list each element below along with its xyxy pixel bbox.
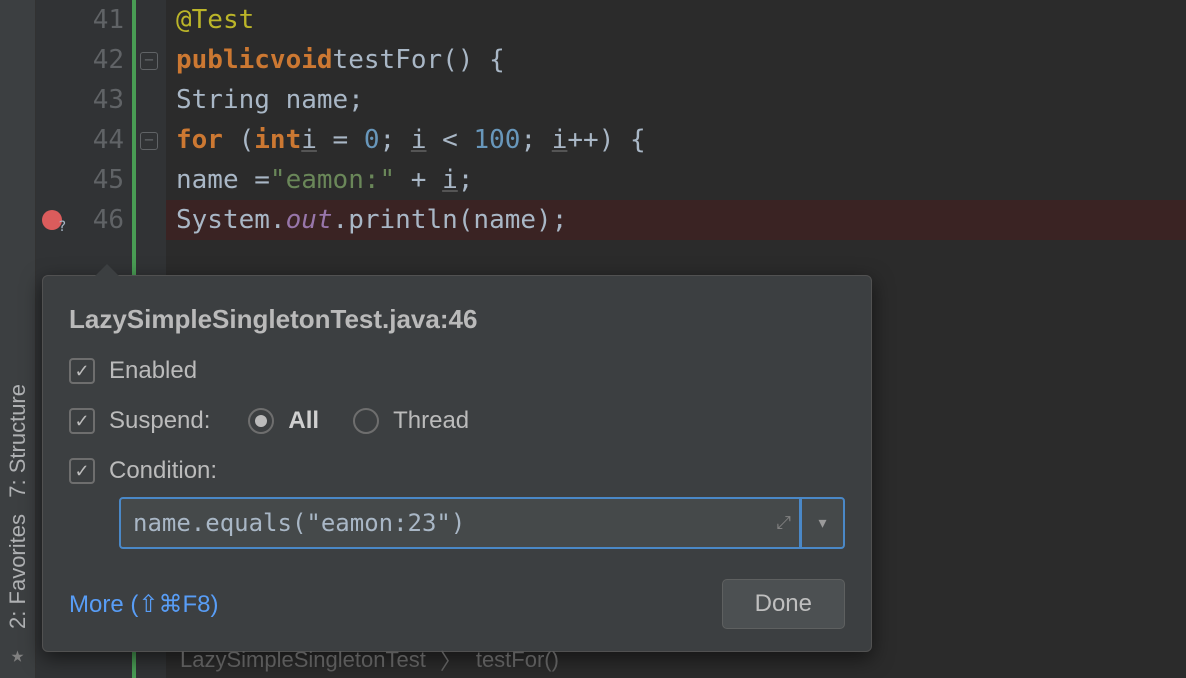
suspend-thread-radio[interactable] [353,408,379,434]
popup-title: LazySimpleSingletonTest.java:46 [69,304,845,335]
line-number: 42 [84,45,124,75]
tool-window-tabs: 7: Structure 2: Favorites ★ [0,0,36,678]
annotation: @Test [176,5,254,35]
suspend-thread-label: Thread [393,407,469,435]
condition-input[interactable] [119,497,801,549]
favorites-tab-label: 2: Favorites [5,514,31,629]
line-number: 45 [84,165,124,195]
more-link[interactable]: More (⇧⌘F8) [69,590,218,619]
expand-icon[interactable]: ⤢ [777,513,791,534]
fold-toggle-icon[interactable]: − [140,132,158,150]
breakpoint-settings-popup: LazySimpleSingletonTest.java:46 ✓ Enable… [42,275,872,652]
done-button[interactable]: Done [722,579,845,629]
breadcrumb-class[interactable]: LazySimpleSingletonTest [180,647,426,673]
line-number: 41 [84,5,124,35]
favorites-tab[interactable]: 2: Favorites [5,506,31,637]
structure-tab-label: 7: Structure [5,384,31,498]
suspend-all-radio[interactable] [248,408,274,434]
condition-history-dropdown[interactable]: ▾ [801,497,845,549]
star-icon: ★ [11,637,24,674]
breadcrumbs: LazySimpleSingletonTest 〉 testFor() [180,644,559,676]
suspend-checkbox[interactable]: ✓ [69,408,95,434]
line-number: 46 [84,205,124,235]
structure-tab[interactable]: 7: Structure [5,376,31,506]
line-number: 43 [84,85,124,115]
enabled-checkbox[interactable]: ✓ [69,358,95,384]
suspend-label: Suspend: [109,407,210,435]
fold-toggle-icon[interactable]: − [140,52,158,70]
chevron-right-icon: 〉 [440,644,462,676]
suspend-all-label: All [288,407,319,435]
breadcrumb-method[interactable]: testFor() [476,647,559,673]
breakpoint-condition-marker-icon: ? [58,219,66,235]
line-number: 44 [84,125,124,155]
enabled-label: Enabled [109,357,197,385]
condition-checkbox[interactable]: ✓ [69,458,95,484]
condition-label: Condition: [109,457,217,485]
